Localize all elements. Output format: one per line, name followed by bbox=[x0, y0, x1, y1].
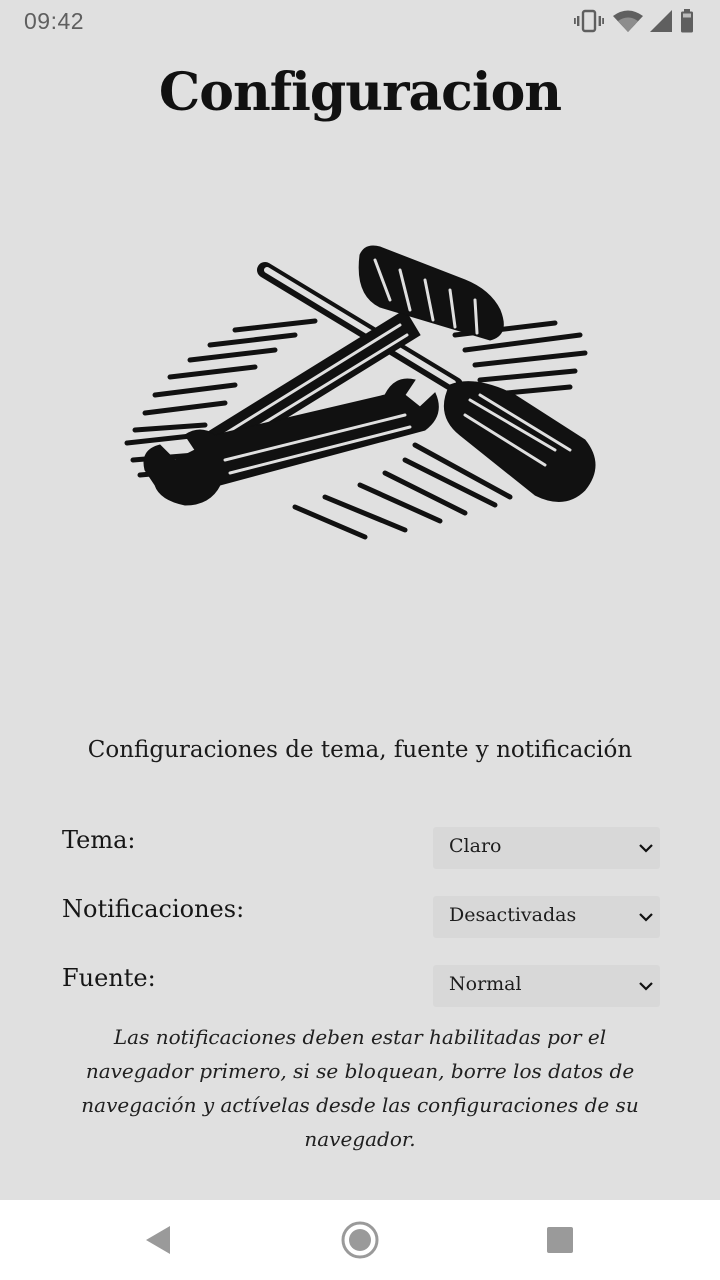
status-bar: 09:42 bbox=[0, 0, 720, 44]
tools-icon bbox=[124, 245, 596, 540]
notifications-select-value: Desactivadas bbox=[449, 904, 577, 926]
notifications-help-text: Las notificaciones deben estar habilitad… bbox=[81, 1025, 639, 1151]
battery-icon bbox=[681, 9, 693, 33]
back-icon[interactable] bbox=[136, 1218, 180, 1262]
setting-row-theme: Tema: Claro bbox=[62, 826, 660, 870]
page-title: Configuracion bbox=[158, 62, 562, 123]
setting-row-notifications: Notificaciones: Desactivadas bbox=[62, 895, 660, 939]
theme-select-value: Claro bbox=[449, 835, 502, 857]
signal-icon bbox=[650, 10, 672, 32]
font-select[interactable]: Normal bbox=[433, 965, 660, 1007]
theme-select[interactable]: Claro bbox=[433, 827, 660, 869]
chevron-down-icon bbox=[639, 982, 653, 991]
navigation-bar bbox=[0, 1200, 720, 1280]
vibrate-icon bbox=[574, 9, 604, 33]
font-select-value: Normal bbox=[449, 973, 522, 995]
notifications-select[interactable]: Desactivadas bbox=[433, 896, 660, 938]
font-label: Fuente: bbox=[62, 964, 156, 992]
settings-subtitle: Configuraciones de tema, fuente y notifi… bbox=[87, 737, 633, 763]
chevron-down-icon bbox=[639, 913, 653, 922]
recents-icon[interactable] bbox=[538, 1218, 582, 1262]
setting-row-font: Fuente: Normal bbox=[62, 964, 660, 1008]
chevron-down-icon bbox=[639, 844, 653, 853]
notifications-label: Notificaciones: bbox=[62, 895, 245, 923]
status-time: 09:42 bbox=[24, 8, 85, 34]
theme-label: Tema: bbox=[62, 826, 136, 854]
wifi-icon bbox=[613, 10, 643, 32]
home-icon[interactable] bbox=[338, 1218, 382, 1262]
status-icons bbox=[568, 8, 698, 34]
